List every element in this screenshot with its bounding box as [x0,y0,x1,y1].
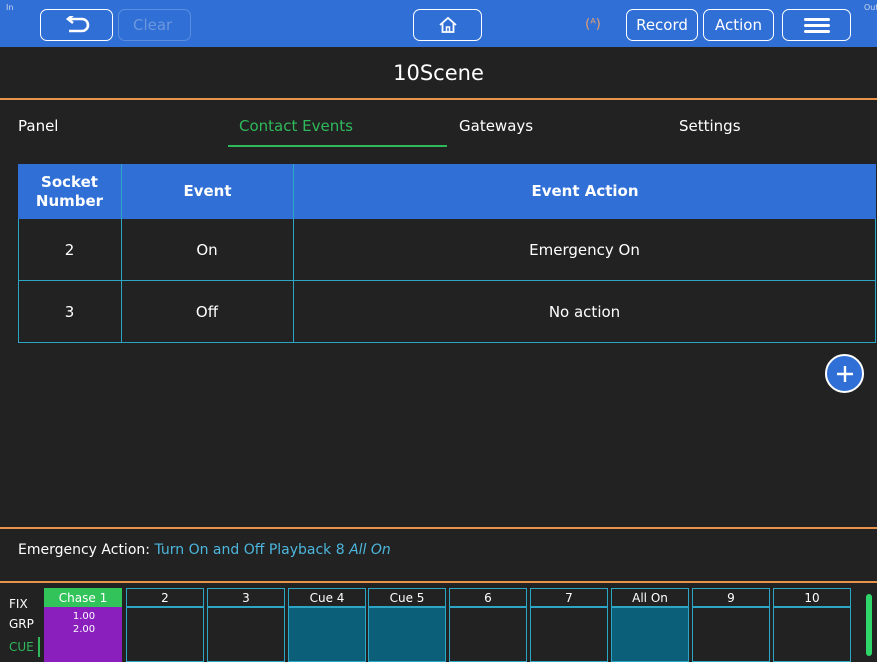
playback-1[interactable]: Chase 1 1.00 2.00 [44,588,122,662]
playback-3[interactable]: 3 [207,588,285,662]
section-divider [0,527,877,529]
playback-body [449,607,527,662]
table-border-left [18,219,19,343]
playback-4[interactable]: Cue 4 [288,588,366,662]
playback-label: 10 [773,588,851,607]
playback-body: 1.00 2.00 [44,607,122,662]
playback-body [773,607,851,662]
tab-gateways[interactable]: Gateways [459,117,533,135]
playback-body [288,607,366,662]
back-button[interactable] [40,9,113,41]
home-button[interactable] [413,9,482,41]
playback-8[interactable]: All On [611,588,689,662]
mode-grp[interactable]: GRP [9,617,34,631]
playback-body [368,607,446,662]
active-tab-indicator [228,145,447,147]
add-event-button[interactable] [825,354,864,393]
playback-5[interactable]: Cue 5 [368,588,446,662]
playback-7[interactable]: 7 [530,588,608,662]
emergency-value-em: All On [349,542,391,558]
title-bar: 10Scene [0,47,877,100]
playback-label: 6 [449,588,527,607]
table-divider [121,219,122,343]
playback-label: Chase 1 [44,588,122,607]
record-button[interactable]: Record [626,9,698,41]
mode-fix[interactable]: FIX [9,597,28,611]
emergency-value: Turn On and Off Playback 8 [154,542,345,558]
header-socket-line2: Number [35,191,104,210]
strip-divider [0,581,877,583]
antenna-icon: (ᴬ) [585,16,601,32]
contact-events-table: Socket Number Event Event Action 2 On Em… [18,164,876,343]
table-row[interactable]: 2 On Emergency On [18,219,876,281]
table-header: Socket Number Event Event Action [18,164,876,219]
input-corner-label: In [6,3,14,12]
playback-time: 2.00 [72,624,96,635]
emergency-label: Emergency Action: [18,542,150,558]
emergency-action[interactable]: Emergency Action: Turn On and Off Playba… [18,542,391,558]
home-icon [438,16,457,33]
mode-cue[interactable]: CUE [9,640,34,654]
action-button[interactable]: Action [703,9,774,41]
playback-label: Cue 5 [368,588,446,607]
playback-6[interactable]: 6 [449,588,527,662]
tab-contact-events[interactable]: Contact Events [239,117,353,135]
playback-label: 9 [692,588,770,607]
table-border-right [875,219,876,343]
event-action-cell: Emergency On [529,240,640,259]
playback-label: 3 [207,588,285,607]
socket-cell: 2 [64,240,75,259]
tab-panel[interactable]: Panel [18,117,58,135]
playback-label: 2 [126,588,204,607]
playback-body [530,607,608,662]
playback-body [207,607,285,662]
hamburger-menu-icon [803,18,830,33]
playback-body [692,607,770,662]
table-row[interactable]: 3 Off No action [18,281,876,343]
playback-time: 1.00 [72,611,96,622]
page-title: 10Scene [393,61,484,85]
socket-cell: 3 [64,302,75,321]
tab-settings[interactable]: Settings [679,117,741,135]
undo-arrow-icon [65,16,89,33]
mode-indicator [38,637,40,657]
playback-9[interactable]: 9 [692,588,770,662]
playback-body [611,607,689,662]
event-action-cell: No action [548,302,621,321]
event-cell: On [196,240,218,259]
output-corner-label: Out [864,3,877,12]
playback-label: 7 [530,588,608,607]
playback-10[interactable]: 10 [773,588,851,662]
playback-2[interactable]: 2 [126,588,204,662]
header-event: Event [121,164,293,219]
clear-button[interactable]: Clear [118,9,191,41]
playback-body [126,607,204,662]
plus-icon [836,365,853,382]
event-cell: Off [195,302,219,321]
header-event-action: Event Action [293,164,876,219]
top-toolbar: In Out Clear (ᴬ) Record Action [0,0,877,47]
playback-label: Cue 4 [288,588,366,607]
playback-label: All On [611,588,689,607]
header-socket-number: Socket Number [18,164,121,219]
header-socket-line1: Socket [41,172,98,191]
playback-scrollbar[interactable] [866,594,872,656]
menu-button[interactable] [782,9,851,41]
table-divider [293,219,294,343]
